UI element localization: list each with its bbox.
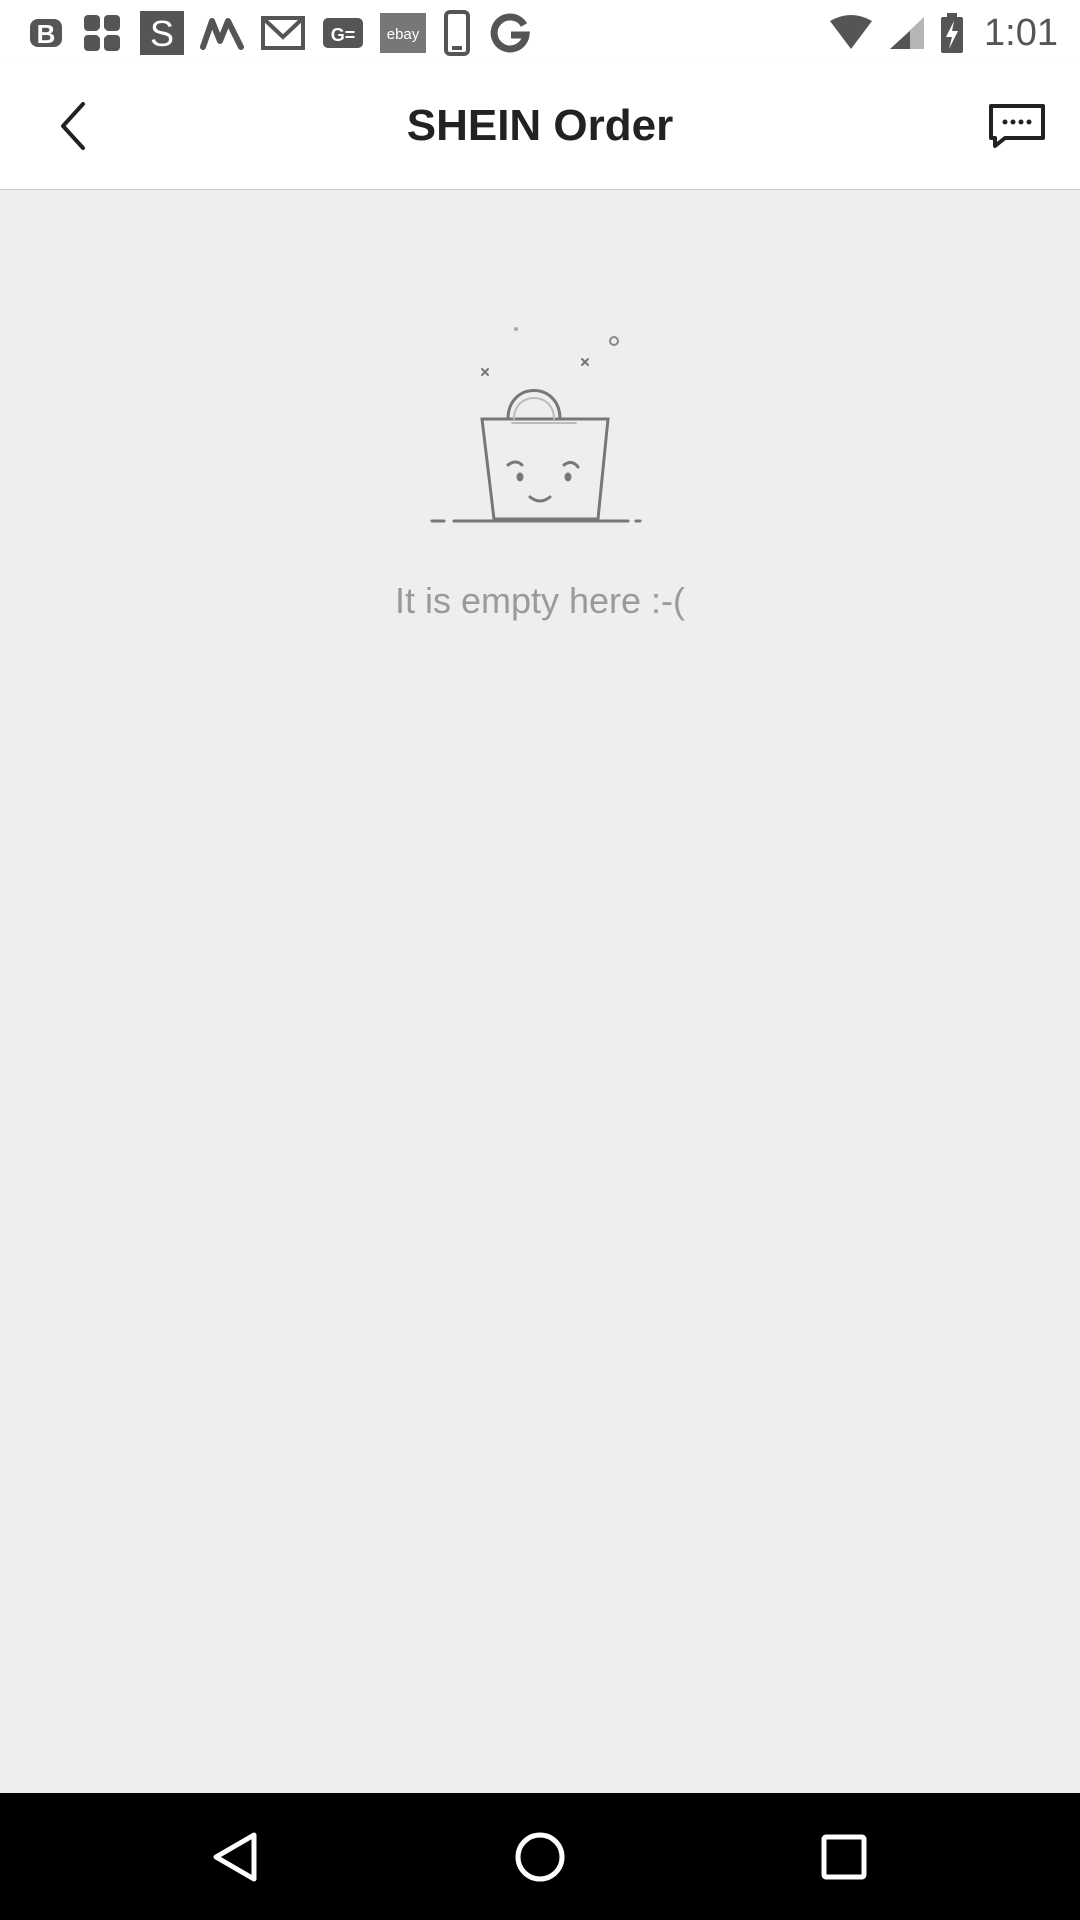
- chevron-left-icon: [61, 102, 85, 150]
- ge-app-icon: G=: [322, 15, 364, 51]
- system-nav-bar: [0, 1793, 1080, 1920]
- status-time: 1:01: [984, 11, 1058, 54]
- home-circle-icon: [515, 1832, 565, 1882]
- recents-square-icon: [821, 1834, 867, 1880]
- order-list-area: It is empty here :-(: [0, 190, 1080, 1793]
- customer-service-button[interactable]: [982, 91, 1052, 161]
- svg-text:B: B: [37, 19, 56, 49]
- app-bar: SHEIN Order: [0, 63, 1080, 189]
- nav-recents-button[interactable]: [804, 1821, 884, 1893]
- system-status: 1:01: [828, 8, 1058, 58]
- m-app-icon: [200, 15, 244, 51]
- notification-icons: B S G= ebay: [28, 8, 532, 58]
- gmail-icon: [260, 13, 306, 53]
- sad-shopping-bag-icon: [430, 327, 642, 523]
- back-triangle-icon: [213, 1832, 257, 1882]
- svg-text:G=: G=: [331, 25, 356, 45]
- chat-bubble-icon: [989, 104, 1045, 148]
- svg-text:S: S: [150, 13, 174, 54]
- svg-text:ebay: ebay: [387, 26, 420, 43]
- puzzle-app-icon: [80, 11, 124, 55]
- b-app-icon: B: [28, 15, 64, 51]
- nav-back-button[interactable]: [196, 1821, 276, 1893]
- cellular-signal-icon: [888, 15, 926, 51]
- phone-app-icon: [442, 10, 472, 56]
- wifi-icon: [828, 15, 874, 51]
- s-app-icon: S: [140, 11, 184, 55]
- g-app-icon: [488, 11, 532, 55]
- battery-charging-icon: [940, 13, 964, 53]
- empty-state-message: It is empty here :-(: [394, 580, 686, 621]
- ebay-icon: ebay: [380, 13, 426, 53]
- back-button[interactable]: [38, 91, 108, 161]
- nav-home-button[interactable]: [500, 1821, 580, 1893]
- status-bar: B S G= ebay 1:01: [0, 0, 1080, 63]
- page-title: SHEIN Order: [406, 101, 674, 150]
